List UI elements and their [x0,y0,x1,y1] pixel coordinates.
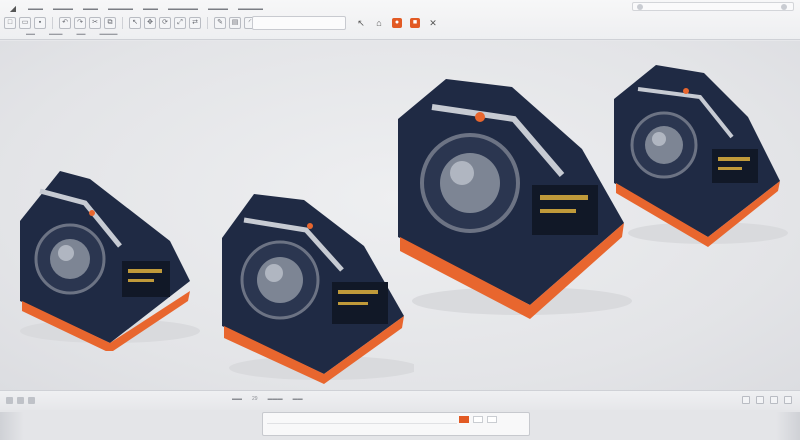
move-icon[interactable]: ✥ [144,17,156,29]
view-controls [742,396,792,404]
record-icon[interactable]: ● [392,18,402,28]
menu-bar: ▬▬▬ ▬▬▬▬ ▬▬▬ ▬▬▬▬▬ ▬▬▬ ▬▬▬▬▬▬ ▬▬▬▬ ▬▬▬▬▬ [26,4,265,14]
timeline-text: ▬▬ [232,396,242,402]
panel-buttons [459,416,497,423]
menu-item[interactable]: ▬▬▬ [26,5,45,13]
indicator-light [307,223,313,229]
menu-item[interactable]: ▬▬▬ [141,5,160,13]
timeline-readout: ▬▬ 29 ▬▬▬ ▬▬ [232,396,303,402]
panel-button[interactable] [487,416,497,423]
zoom-readout: 29 [252,396,258,402]
command-input[interactable] [267,416,457,424]
lens-highlight [450,161,474,185]
new-file-icon[interactable]: □ [4,17,16,29]
scale-icon[interactable]: ⤢ [174,17,186,29]
lens-glass [440,153,500,213]
main-toolbar: ◢ ▬▬▬ ▬▬▬▬ ▬▬▬ ▬▬▬▬▬ ▬▬▬ ▬▬▬▬▬▬ ▬▬▬▬ ▬▬▬… [0,0,800,40]
search-input[interactable] [252,16,346,30]
redo-icon[interactable]: ↷ [74,17,86,29]
view-iso-icon[interactable] [784,396,792,404]
indicator-light [683,88,689,94]
view-side-icon[interactable] [770,396,778,404]
command-panel [262,412,530,436]
timeline-controls [6,397,35,404]
group-label: ▬▬ [76,31,86,36]
circuit-trace [718,157,750,161]
window-frame-right [776,412,800,440]
mirror-icon[interactable]: ⇄ [189,17,201,29]
camera-model-4[interactable] [608,61,788,251]
frame-icon[interactable] [28,397,35,404]
circuit-trace [128,269,162,273]
select-icon[interactable]: ↖ [129,17,141,29]
menu-item[interactable]: ▬▬▬▬ [51,5,75,13]
indicator-light [475,112,485,122]
lens-glass [257,257,303,303]
copy-icon[interactable]: ⧉ [104,17,116,29]
menu-item[interactable]: ▬▬▬ [81,5,100,13]
right-toolset: ↖ ⌂ ● ■ ✕ [356,15,438,31]
minimize-icon[interactable] [637,4,643,10]
window-controls [632,2,794,11]
timeline-text: ▬▬▬ [267,396,283,402]
circuit-trace [540,209,576,213]
circuit-trace [128,279,154,282]
frame-icon[interactable] [6,397,13,404]
status-bar [0,410,800,440]
indicator-light [89,210,95,216]
toolbar-divider [122,17,123,29]
rotate-icon[interactable]: ⟳ [159,17,171,29]
group-label: ▬▬ [26,31,35,36]
camera-model-2[interactable] [214,186,414,386]
extrude-icon[interactable]: ▤ [229,17,241,29]
cut-icon[interactable]: ✂ [89,17,101,29]
pointer-icon[interactable]: ↖ [356,18,366,28]
menu-item[interactable]: ▬▬▬▬▬ [106,5,135,13]
undo-icon[interactable]: ↶ [59,17,71,29]
lens-highlight [265,264,283,282]
menu-item[interactable]: ▬▬▬▬ [206,5,230,13]
group-label: ▬▬▬ [49,31,63,36]
tool-row: □ ▭ ▪ ↶ ↷ ✂ ⧉ ↖ ✥ ⟳ ⤢ ⇄ ✎ ▤ ◜ [4,15,256,31]
tool-group-labels: ▬▬ ▬▬▬ ▬▬ ▬▬▬▬ [26,31,118,38]
menu-item[interactable]: ▬▬▬▬▬▬ [166,5,200,13]
circuit-module [712,149,758,183]
circuit-trace [718,167,742,170]
view-front-icon[interactable] [756,396,764,404]
group-label: ▬▬▬▬ [99,31,118,36]
frame-icon[interactable] [17,397,24,404]
lens-glass [645,126,683,164]
close-icon[interactable]: ✕ [428,18,438,28]
timeline-bar: ▬▬ 29 ▬▬▬ ▬▬ [0,390,800,410]
panel-button[interactable] [459,416,469,423]
menu-item[interactable]: ▬▬▬▬▬ [236,5,265,13]
circuit-trace [338,302,368,305]
lens-highlight [58,245,74,261]
camera-icon[interactable]: ■ [410,18,420,28]
panel-button[interactable] [473,416,483,423]
circuit-trace [540,195,588,200]
lens-highlight [652,132,666,146]
open-file-icon[interactable]: ▭ [19,17,31,29]
toolbar-divider [52,17,53,29]
timeline-text: ▬▬ [292,396,303,402]
sketch-icon[interactable]: ✎ [214,17,226,29]
camera-model-3[interactable] [392,73,632,323]
toolbar-divider [207,17,208,29]
close-window-icon[interactable] [781,4,787,10]
viewport-canvas[interactable] [0,41,800,390]
circuit-trace [338,290,378,294]
save-icon[interactable]: ▪ [34,17,46,29]
view-top-icon[interactable] [742,396,750,404]
window-frame-left [0,412,24,440]
app-logo-icon[interactable]: ◢ [6,3,20,14]
tag-icon[interactable]: ⌂ [374,18,384,28]
camera-model-1[interactable] [10,161,200,351]
